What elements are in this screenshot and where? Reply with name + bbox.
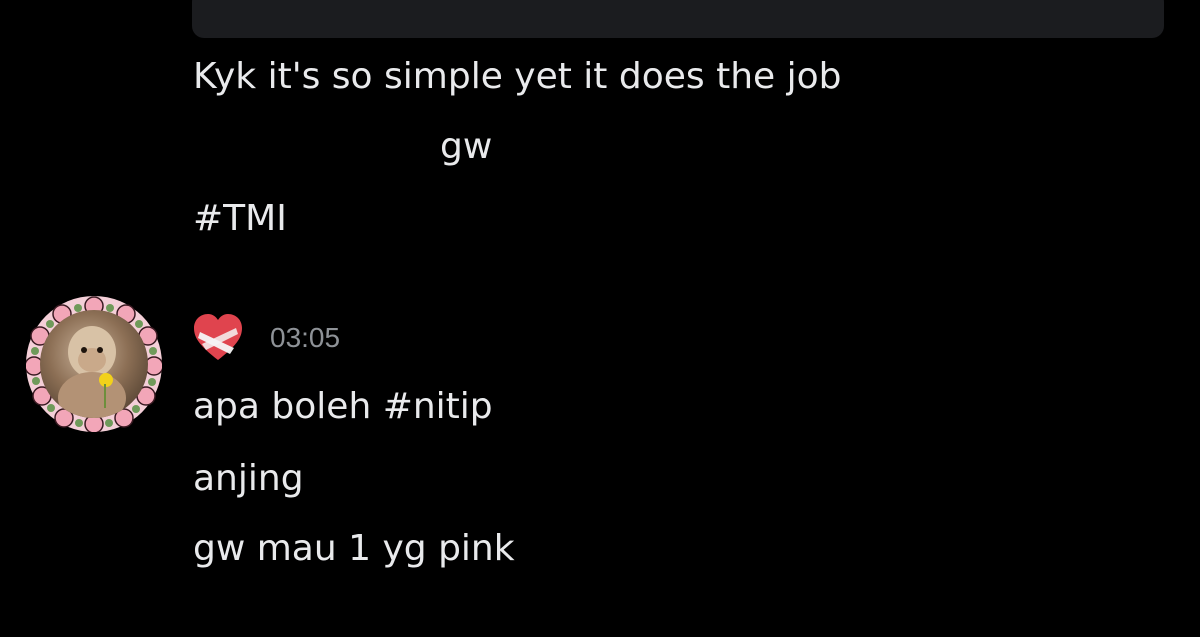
message-text: Kyk it's so simple yet it does the job <box>193 56 842 97</box>
attachment-embed[interactable] <box>192 0 1164 38</box>
message-text: #TMI <box>193 198 287 239</box>
message-text: gw <box>440 126 493 167</box>
message-timestamp: 03:05 <box>270 322 341 353</box>
avatar-photo <box>40 310 148 418</box>
message-text: apa boleh #nitip <box>193 386 493 427</box>
message-header: 03:05 <box>190 310 340 366</box>
avatar[interactable] <box>26 296 162 432</box>
message-text: gw mau 1 yg pink <box>193 528 515 569</box>
mending-heart-icon[interactable] <box>190 310 246 366</box>
message-text: anjing <box>193 458 304 499</box>
